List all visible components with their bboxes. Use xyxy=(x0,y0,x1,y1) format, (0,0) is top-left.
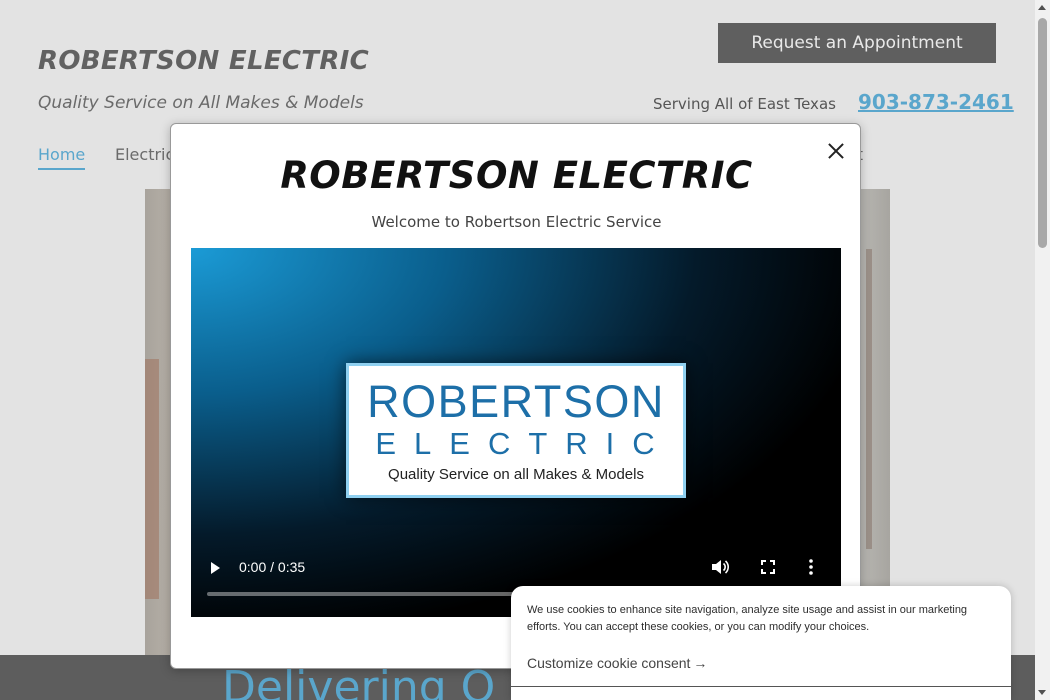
modal-welcome-text: Welcome to Robertson Electric Service xyxy=(371,213,662,231)
cookie-divider xyxy=(511,686,1011,687)
modal-logo: ROBERTSON ELECTRIC xyxy=(280,153,753,197)
hero-building-detail xyxy=(145,359,159,599)
arrow-right-icon: → xyxy=(693,655,708,671)
fullscreen-icon[interactable] xyxy=(761,560,775,574)
phone-link[interactable]: 903-873-2461 xyxy=(858,90,1014,114)
nav-item-home[interactable]: Home xyxy=(38,145,86,170)
service-area-text: Serving All of East Texas xyxy=(653,95,836,113)
video-poster-logo: ROBERTSON ELECTRIC Quality Service on al… xyxy=(346,363,686,498)
volume-icon[interactable] xyxy=(711,559,729,575)
cookie-message: We use cookies to enhance site navigatio… xyxy=(527,604,968,633)
scroll-up-arrow-icon[interactable] xyxy=(1038,5,1046,10)
page-scrollbar[interactable] xyxy=(1035,0,1050,700)
video-card-line1: ROBERTSON xyxy=(367,376,665,427)
customize-cookie-label: Customize cookie consent xyxy=(527,655,691,671)
play-icon[interactable] xyxy=(211,562,220,574)
scroll-thumb[interactable] xyxy=(1038,18,1047,248)
site-tagline: Quality Service on All Makes & Models xyxy=(38,93,364,113)
hero-pole-detail xyxy=(866,249,872,549)
nav-item-electric[interactable]: Electric xyxy=(115,145,174,164)
video-card-line2: ELECTRIC xyxy=(375,426,673,461)
more-vertical-icon[interactable] xyxy=(808,559,814,575)
video-card-line3: Quality Service on all Makes & Models xyxy=(388,466,644,483)
cookie-banner: We use cookies to enhance site navigatio… xyxy=(511,586,1011,700)
video-player[interactable]: ROBERTSON ELECTRIC Quality Service on al… xyxy=(191,248,841,617)
customize-cookie-consent-link[interactable]: Customize cookie consent → xyxy=(527,655,707,671)
site-title[interactable]: ROBERTSON ELECTRIC xyxy=(38,46,369,76)
request-appointment-button[interactable]: Request an Appointment xyxy=(718,23,996,63)
scroll-down-arrow-icon[interactable] xyxy=(1038,690,1046,695)
video-time: 0:00 / 0:35 xyxy=(239,559,306,575)
close-icon[interactable] xyxy=(825,140,847,162)
